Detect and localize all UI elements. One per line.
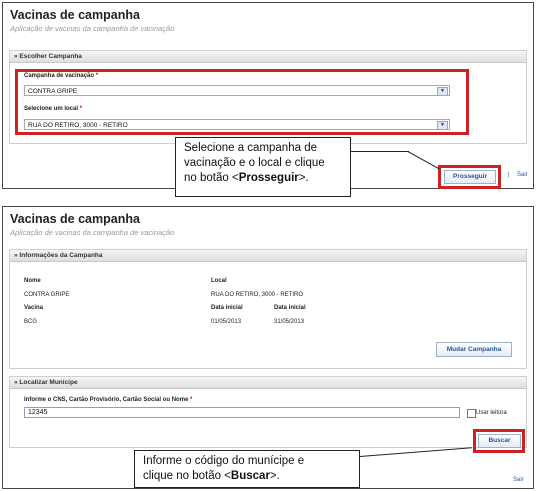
- reader-label: Usar leitora: [476, 410, 507, 416]
- page-title: Vacinas de campanha: [10, 8, 140, 22]
- highlight-selects: [15, 69, 469, 135]
- search-input[interactable]: 12345: [24, 407, 460, 418]
- campaign-local-value: RUA DO RETIRO, 3000 - RETIRO: [211, 292, 304, 298]
- campaign-info-panel: » Informações da Campanha Nome Local CON…: [9, 249, 527, 369]
- column-header-start-date: Data inicial: [211, 305, 243, 311]
- column-header-end-date: Data inicial: [274, 305, 306, 311]
- column-header-vaccine: Vacina: [24, 305, 44, 311]
- search-label: Informe o CNS, Cartão Provisório, Cartão…: [24, 397, 193, 403]
- panel-title: » Localizar Munícipe: [10, 377, 526, 389]
- callout-choose-campaign: Selecione a campanha de vacinação e o lo…: [175, 137, 351, 197]
- callout-leader: [407, 151, 440, 170]
- exit-link[interactable]: Sair: [517, 172, 528, 178]
- highlight-proceed-button: [438, 165, 501, 189]
- start-date-value: 01/05/2013: [211, 319, 242, 325]
- callout-leader: [351, 151, 409, 152]
- column-header-name: Nome: [24, 278, 41, 284]
- vaccine-value: BCG: [24, 319, 38, 325]
- column-header-local: Local: [211, 278, 227, 284]
- panel-title: » Informações da Campanha: [10, 250, 526, 262]
- callout-find-citizen: Informe o código do munícipe e clique no…: [134, 450, 360, 488]
- screenshot-choose-campaign: Vacinas de campanha Aplicação de vacinas…: [2, 2, 534, 197]
- highlight-search-button: [473, 429, 525, 453]
- screenshot-find-citizen: Vacinas de campanha Aplicação de vacinas…: [2, 206, 534, 489]
- panel-title: » Escolher Campanha: [10, 51, 526, 63]
- end-date-value: 31/05/2013: [274, 319, 305, 325]
- page-title: Vacinas de campanha: [10, 212, 140, 226]
- find-citizen-panel: » Localizar Munícipe Informe o CNS, Cart…: [9, 376, 527, 448]
- link-separator: |: [508, 172, 510, 178]
- callout-leader: [360, 447, 472, 457]
- change-campaign-button[interactable]: Mudar Campanha: [436, 342, 512, 357]
- reader-checkbox[interactable]: [467, 409, 476, 418]
- page-subtitle: Aplicação de vacinas da campanha de vaci…: [10, 228, 175, 237]
- exit-link[interactable]: Sair: [513, 477, 524, 483]
- page-subtitle: Aplicação de vacinas da campanha de vaci…: [10, 24, 175, 33]
- campaign-name-value: CONTRA GRIPE: [24, 292, 70, 298]
